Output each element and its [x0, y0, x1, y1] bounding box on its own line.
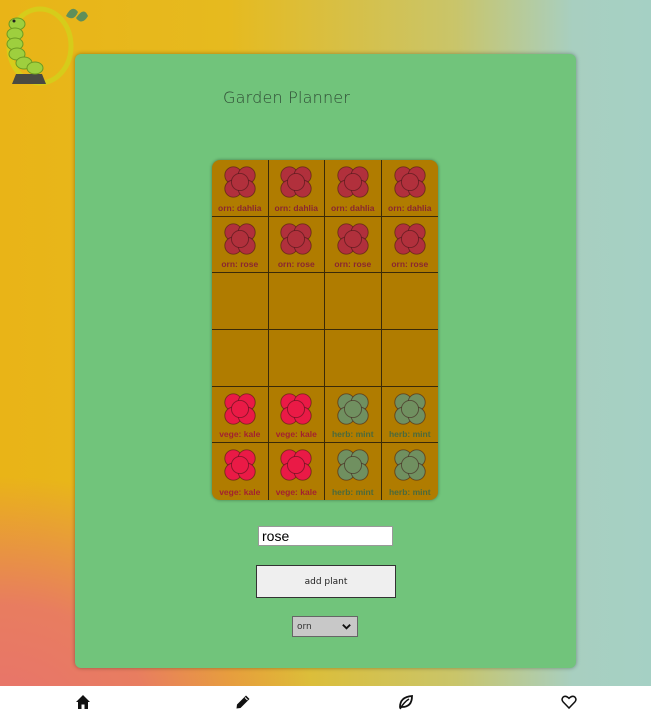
- garden-cell[interactable]: vege: kale: [212, 386, 269, 444]
- cell-plant-label: vege: kale: [219, 429, 261, 440]
- cell-plant-label: herb: mint: [331, 487, 374, 497]
- page-title: Garden Planner: [223, 88, 351, 107]
- garden-cell[interactable]: vege: kale: [269, 443, 325, 500]
- garden-bed-grid: orn: dahlia orn: dahlia orn: dahlia orn: da…: [212, 160, 438, 500]
- cell-plant-label: orn: rose: [391, 259, 429, 270]
- flower-icon: [224, 222, 256, 255]
- flower-icon: [224, 449, 256, 482]
- garden-cell[interactable]: [268, 273, 325, 330]
- flower-icon: [337, 222, 369, 255]
- bottom-navigation: [0, 686, 651, 716]
- home-icon[interactable]: [75, 694, 91, 710]
- cell-plant-label: orn: rose: [334, 259, 372, 270]
- garden-cell[interactable]: orn: rose: [381, 217, 438, 274]
- garden-cell[interactable]: orn: rose: [268, 216, 325, 274]
- flower-icon: [224, 392, 256, 425]
- flower-icon: [394, 392, 426, 425]
- plant-type-select-value: orn: [297, 621, 312, 632]
- cell-plant-label: herb: mint: [388, 487, 431, 497]
- pencil-icon[interactable]: [235, 694, 251, 710]
- garden-cell[interactable]: orn: rose: [212, 216, 269, 274]
- garden-cell[interactable]: herb: mint: [325, 443, 382, 500]
- chevron-down-icon: [342, 624, 351, 630]
- garden-planner-card: Garden Planner orn: dahlia orn: dahlia orn…: [75, 54, 576, 668]
- flower-icon: [337, 392, 369, 425]
- cell-plant-label: vege: kale: [275, 429, 317, 440]
- cell-plant-label: orn: rose: [277, 259, 315, 270]
- flower-icon: [280, 449, 312, 482]
- cell-plant-label: herb: mint: [331, 429, 374, 440]
- heart-icon[interactable]: [561, 694, 577, 710]
- plant-type-select[interactable]: orn: [292, 616, 358, 637]
- flower-icon: [337, 166, 369, 198]
- garden-cell[interactable]: [325, 273, 382, 330]
- leaf-icon[interactable]: [398, 694, 414, 710]
- flower-icon: [394, 449, 426, 482]
- garden-cell[interactable]: [268, 330, 325, 387]
- garden-cell[interactable]: orn: dahlia: [268, 160, 325, 217]
- plant-name-input[interactable]: [258, 526, 393, 546]
- garden-cell[interactable]: orn: dahlia: [212, 160, 269, 217]
- garden-cell[interactable]: [325, 330, 382, 387]
- garden-cell[interactable]: orn: dahlia: [381, 160, 438, 217]
- garden-cell[interactable]: [381, 273, 438, 330]
- flower-icon: [280, 166, 312, 198]
- flower-icon: [224, 166, 256, 198]
- flower-icon: [337, 449, 369, 482]
- garden-cell[interactable]: [212, 330, 269, 387]
- cell-plant-label: orn: rose: [221, 259, 259, 270]
- flower-icon: [280, 392, 312, 425]
- garden-cell[interactable]: [212, 273, 269, 330]
- garden-cell[interactable]: herb: mint: [381, 387, 438, 444]
- garden-cell[interactable]: herb: mint: [325, 386, 382, 444]
- flower-icon: [280, 222, 312, 255]
- garden-cell[interactable]: orn: rose: [325, 216, 382, 274]
- flower-icon: [394, 222, 426, 255]
- cell-plant-label: orn: dahlia: [274, 202, 318, 213]
- cell-plant-label: vege: kale: [275, 487, 317, 497]
- cell-plant-label: orn: dahlia: [218, 202, 262, 213]
- garden-cell[interactable]: vege: kale: [268, 386, 325, 444]
- cell-plant-label: orn: dahlia: [331, 202, 375, 213]
- garden-cell[interactable]: vege: kale: [212, 443, 269, 500]
- add-plant-button[interactable]: add plant: [256, 565, 396, 598]
- cell-plant-label: herb: mint: [388, 429, 431, 440]
- garden-cell[interactable]: [381, 330, 438, 387]
- flower-icon: [394, 166, 426, 198]
- garden-cell[interactable]: orn: dahlia: [325, 160, 382, 217]
- cell-plant-label: orn: dahlia: [388, 202, 432, 213]
- cell-plant-label: vege: kale: [219, 487, 261, 497]
- garden-cell[interactable]: herb: mint: [382, 443, 439, 500]
